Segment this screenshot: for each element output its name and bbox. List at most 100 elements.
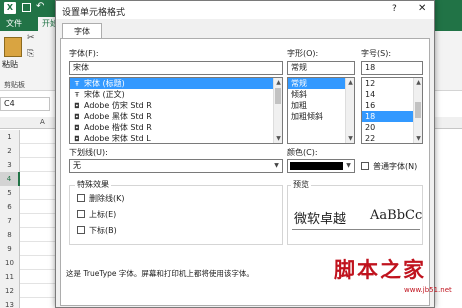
normal-font-label[interactable]: 普通字体(N) — [373, 161, 417, 172]
grid-line — [20, 157, 60, 158]
font-style-label: 字形(O): — [287, 49, 319, 58]
list-item[interactable]: Ŧ 宋体 (标题) — [70, 78, 282, 89]
scroll-down-icon[interactable]: ▼ — [274, 134, 282, 143]
font-size-scrollbar[interactable]: ▲ ▼ — [413, 78, 422, 143]
scroll-up-icon[interactable]: ▲ — [414, 78, 422, 87]
font-size-label: 字号(S): — [361, 49, 392, 58]
dialog-title: 设置单元格格式 — [62, 8, 126, 18]
list-item-label: Adobe 仿宋 Std R — [84, 101, 152, 110]
row-header[interactable]: 13 — [0, 298, 20, 308]
scroll-down-icon[interactable]: ▼ — [414, 134, 422, 143]
row-header[interactable]: 8 — [0, 228, 20, 242]
scroll-up-icon[interactable]: ▲ — [346, 78, 354, 87]
list-item-label: 宋体 (正文) — [84, 90, 125, 99]
truetype-font-icon: Ŧ — [74, 91, 80, 99]
list-item-label: 22 — [365, 134, 376, 143]
preview-baseline — [292, 229, 420, 230]
effect-checkbox[interactable] — [77, 194, 85, 202]
row-header[interactable]: 12 — [0, 284, 20, 298]
row-header[interactable]: 6 — [0, 200, 20, 214]
effect-label[interactable]: 删除线(K) — [89, 193, 125, 204]
row-header[interactable]: 11 — [0, 270, 20, 284]
list-item[interactable]: ◘ Adobe 楷体 Std R — [70, 122, 282, 133]
row-header[interactable]: 5 — [0, 186, 20, 200]
row-header[interactable]: 4 — [0, 172, 20, 186]
opentype-font-icon: ◘ — [74, 113, 80, 121]
font-list-scrollbar[interactable]: ▲ ▼ — [273, 78, 282, 143]
font-list[interactable]: Ŧ 宋体 (标题) Ŧ 宋体 (正文) ◘ Adobe 仿宋 Std R ◘ Adobe 黑体… — [69, 77, 283, 144]
save-icon[interactable] — [22, 3, 31, 12]
copy-icon[interactable]: ⎘ — [27, 49, 34, 59]
underline-value: 无 — [73, 161, 81, 170]
paste-button-label[interactable]: 粘贴 — [2, 59, 18, 70]
opentype-font-icon: ◘ — [74, 135, 80, 143]
name-box[interactable]: C4 — [0, 97, 50, 111]
effect-label[interactable]: 下标(B) — [89, 225, 117, 236]
font-name-input[interactable]: 宋体 — [69, 61, 283, 75]
list-item[interactable]: ◘ Adobe 仿宋 Std R — [70, 100, 282, 111]
list-item-label: 14 — [365, 90, 376, 99]
row-header[interactable]: 7 — [0, 214, 20, 228]
color-picker[interactable]: ▼ — [287, 159, 355, 173]
grid-line — [20, 213, 60, 214]
row-header[interactable]: 10 — [0, 256, 20, 270]
list-item-label: Adobe 楷体 Std R — [84, 123, 152, 132]
list-item-label: Adobe 黑体 Std R — [84, 112, 152, 121]
clipboard-group-label: 剪贴板 — [4, 81, 25, 89]
color-label: 颜色(C): — [287, 148, 318, 157]
list-item[interactable]: ◘ Adobe 黑体 Std R — [70, 111, 282, 122]
font-style-list[interactable]: 常规 倾斜 加粗 加粗倾斜 ▲ ▼ — [287, 77, 355, 144]
effect-label[interactable]: 上标(E) — [89, 209, 116, 220]
underline-select[interactable]: 无 ▼ — [69, 159, 283, 173]
grid-line — [20, 227, 60, 228]
list-item[interactable]: Ŧ 宋体 (正文) — [70, 89, 282, 100]
list-item-label: 18 — [365, 112, 376, 121]
list-item-label: 宋体 (标题) — [84, 79, 125, 88]
list-item-label: 12 — [365, 79, 376, 88]
undo-icon[interactable]: ↶ — [36, 1, 44, 12]
row-header[interactable]: 1 — [0, 130, 20, 144]
truetype-font-icon: Ŧ — [74, 80, 80, 88]
normal-font-checkbox[interactable] — [361, 162, 369, 170]
help-button[interactable]: ? — [392, 4, 397, 14]
cut-icon[interactable]: ✂ — [27, 33, 35, 43]
opentype-font-icon: ◘ — [74, 124, 80, 132]
list-item[interactable]: ◘ Adobe 宋体 Std L — [70, 133, 282, 143]
row-header[interactable]: 9 — [0, 242, 20, 256]
grid-line — [20, 297, 60, 298]
tab-file[interactable]: 文件 — [2, 17, 26, 31]
close-button[interactable]: ✕ — [418, 3, 426, 14]
list-item-label: 加粗倾斜 — [291, 112, 323, 121]
grid-line — [20, 143, 60, 144]
dialog-title-bar[interactable]: 设置单元格格式 ? ✕ — [56, 1, 434, 19]
list-item-label: Adobe 宋体 Std L — [84, 134, 151, 143]
effect-checkbox[interactable] — [77, 226, 85, 234]
preview-latin-text: AaBbCc — [370, 208, 423, 223]
preview-group-title: 预览 — [291, 179, 311, 190]
grid-line — [20, 171, 60, 172]
column-header-a[interactable]: A — [40, 118, 45, 126]
truetype-footnote: 这是 TrueType 字体。屏幕和打印机上都将使用该字体。 — [66, 269, 254, 278]
font-style-input[interactable]: 常规 — [287, 61, 355, 75]
font-size-input[interactable]: 18 — [361, 61, 423, 75]
scroll-up-icon[interactable]: ▲ — [274, 78, 282, 87]
list-item-label: 16 — [365, 101, 376, 110]
grid-line — [20, 185, 60, 186]
row-header[interactable]: 2 — [0, 144, 20, 158]
grid-line — [20, 269, 60, 270]
chevron-down-icon[interactable]: ▼ — [271, 160, 282, 172]
chevron-down-icon[interactable]: ▼ — [343, 160, 354, 172]
watermark-url: www.jb51.net — [404, 286, 452, 294]
underline-label: 下划线(U): — [69, 148, 108, 157]
scroll-thumb[interactable] — [415, 102, 421, 118]
scroll-thumb[interactable] — [275, 88, 281, 104]
watermark-logo: 脚本之家 — [334, 257, 426, 282]
font-style-scrollbar[interactable]: ▲ ▼ — [345, 78, 354, 143]
scroll-down-icon[interactable]: ▼ — [346, 134, 354, 143]
preview-cjk-text: 微软卓越 — [294, 212, 347, 227]
font-size-list[interactable]: 12 14 16 18 20 22 ▲ ▼ — [361, 77, 423, 144]
tab-font[interactable]: 字体 — [62, 23, 102, 39]
effect-checkbox[interactable] — [77, 210, 85, 218]
paste-icon[interactable] — [4, 37, 22, 57]
row-header[interactable]: 3 — [0, 158, 20, 172]
